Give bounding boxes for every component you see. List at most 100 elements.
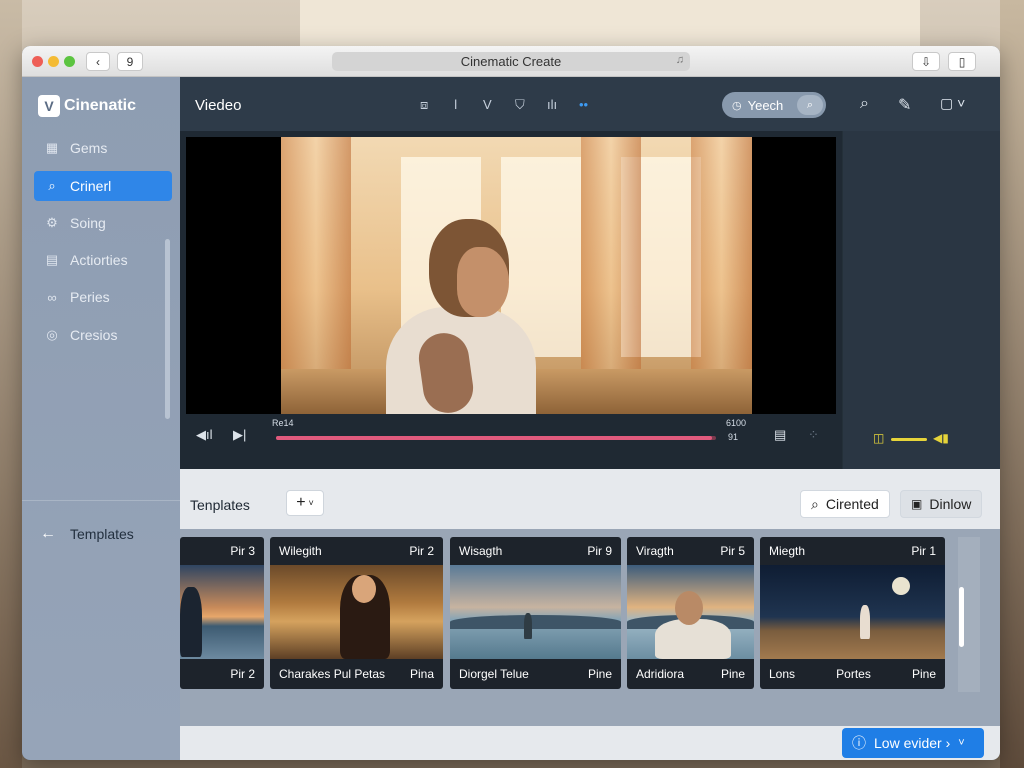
sidebar-item-label: Soing — [70, 215, 106, 231]
nav-extra-button[interactable]: 9 — [117, 52, 143, 71]
background-window — [300, 0, 920, 48]
sidebar-item-cresios[interactable]: ◎ Cresios — [34, 320, 172, 350]
captions-icon[interactable]: ▤ — [774, 427, 786, 443]
fullscreen-icon[interactable]: ⁘ — [808, 427, 819, 443]
card-footer-left: Adridiora — [636, 667, 685, 681]
speaker-icon[interactable]: ◀▮ — [933, 431, 949, 445]
skip-forward-icon[interactable]: ▶| — [233, 427, 246, 443]
main-header: Viedeo ⧈ ǀ V ⛉ ılı •• ◷ Yeech ⌕ ⌕ ✎ ▢ ˅ — [180, 77, 1000, 131]
card-thumbnail — [760, 565, 945, 659]
search-icon[interactable]: ⌕ — [860, 95, 869, 113]
frame-icon[interactable]: ⧈ — [420, 97, 428, 113]
thumbnail-face — [352, 575, 376, 603]
card-footer-right: Pir 2 — [230, 667, 255, 681]
sidebar-item-gems[interactable]: ▦ Gems — [34, 133, 172, 163]
search-pill[interactable]: ◷ Yeech ⌕ — [722, 92, 826, 118]
volume-slider[interactable] — [891, 438, 927, 441]
card-title: Viragth — [636, 544, 674, 558]
low-evider-button[interactable]: ⓘ Low evider › ˅ — [842, 728, 984, 758]
layout-dropdown-icon[interactable]: ▢ ˅ — [940, 95, 965, 112]
close-window-button[interactable] — [32, 56, 43, 67]
card-footer: Pir 2 — [180, 659, 264, 689]
progress-bar[interactable] — [276, 436, 716, 440]
volume-low-icon[interactable]: ◫ — [873, 431, 884, 445]
back-button[interactable]: ‹ — [86, 52, 110, 71]
chevron-down-icon: ˅ — [958, 737, 965, 749]
card-footer-right: Pina — [409, 667, 434, 681]
sidebar-item-label: Cresios — [70, 327, 118, 343]
card-header: Miegth Pir 1 — [760, 537, 945, 565]
music-icon[interactable]: ♫ — [676, 54, 684, 66]
plus-icon: + — [296, 494, 306, 511]
grid-icon: ▦ — [45, 140, 59, 155]
card-badge: Pir 2 — [409, 544, 434, 558]
arrow-left-icon: ← — [40, 525, 56, 542]
brand-name: Cinenatic — [64, 97, 137, 114]
card-footer-right: Pine — [911, 667, 936, 681]
target-icon: ◎ — [46, 327, 58, 342]
minimize-window-button[interactable] — [48, 56, 59, 67]
sidebar-item-actiorties[interactable]: ▤ Actiorties — [34, 245, 172, 275]
zoom-window-button[interactable] — [64, 56, 75, 67]
sidebar-item-label: Peries — [70, 289, 110, 305]
title-bar: ‹ 9 Cinematic Create ♫ ⇩ ▯ — [22, 46, 1000, 77]
gear-icon: ⚙ — [46, 215, 58, 230]
app-window: ‹ 9 Cinematic Create ♫ ⇩ ▯ V Cinenatic ▦… — [22, 46, 1000, 760]
card-footer-left: Lons — [769, 667, 796, 681]
audio-bars-icon[interactable]: ılı — [547, 97, 557, 112]
pencil-icon[interactable]: ✎ — [898, 95, 911, 115]
thumbnail-figure — [655, 619, 731, 659]
clip-button[interactable]: ▯ — [948, 52, 976, 71]
address-bar[interactable]: Cinematic Create ♫ — [332, 52, 690, 71]
gallery-scroll-thumb[interactable] — [959, 587, 964, 647]
card-badge: Pir 1 — [911, 544, 936, 558]
more-dots-icon[interactable]: •• — [579, 97, 588, 112]
sidebar-item-crinerl[interactable]: ⌕ Crinerl — [34, 171, 172, 201]
cursor-icon[interactable]: ǀ — [454, 97, 457, 112]
templates-label: Templates — [70, 526, 134, 542]
progress-fill — [276, 436, 712, 440]
sidebar-templates-link[interactable]: ← Templates — [40, 525, 134, 543]
video-frame — [281, 137, 752, 414]
page-title: Viedeo — [195, 97, 242, 114]
template-card[interactable]: Miegth Pir 1 Lons Portes Pine — [760, 537, 945, 689]
sidebar-item-label: Gems — [70, 140, 108, 156]
volume-icon[interactable]: ◀ıl — [196, 427, 213, 443]
v-icon[interactable]: V — [483, 97, 492, 112]
card-title: Miegth — [769, 544, 806, 558]
video-viewport[interactable] — [186, 137, 836, 414]
download-button[interactable]: ⇩ — [912, 52, 940, 71]
template-card[interactable]: Viragth Pir 5 Adridiora Pine — [627, 537, 754, 689]
sidebar-divider — [22, 500, 180, 501]
info-icon: ⓘ — [852, 735, 866, 751]
search-icon: ⌕ — [811, 495, 819, 512]
template-card[interactable]: Pir 3 Pir 2 — [180, 537, 264, 689]
time-total: 6100 — [726, 418, 747, 428]
logo-icon: V — [38, 95, 60, 117]
template-search-button[interactable]: ⌕ Cirented — [800, 490, 890, 518]
card-footer: Diorgel Telue Pine — [450, 659, 621, 689]
brand[interactable]: V Cinenatic — [38, 95, 136, 117]
card-badge: Pir 3 — [230, 544, 255, 558]
sidebar-item-soing[interactable]: ⚙ Soing — [34, 208, 172, 238]
chevron-down-icon: ˅ — [308, 498, 314, 508]
card-footer: Charakes Pul Petas Pina — [270, 659, 443, 689]
card-header: Wisagth Pir 9 — [450, 537, 621, 565]
template-card[interactable]: Wilegith Pir 2 Charakes Pul Petas Pina — [270, 537, 443, 689]
time-secondary: 91 — [728, 432, 739, 442]
download-templates-button[interactable]: ▣ Dinlow — [900, 490, 983, 518]
card-footer-left: Diorgel Telue — [459, 667, 529, 681]
shield-icon[interactable]: ⛉ — [515, 97, 525, 113]
right-panel: ◫ ◀▮ — [842, 131, 1000, 469]
card-header: Pir 3 — [180, 537, 264, 565]
search-icon[interactable]: ⌕ — [797, 95, 823, 115]
clipboard-icon: ▣ — [911, 497, 923, 511]
add-template-button[interactable]: + ˅ — [286, 490, 324, 516]
template-card[interactable]: Wisagth Pir 9 Diorgel Telue Pine — [450, 537, 621, 689]
template-search-label: Cirented — [825, 496, 879, 512]
sidebar-scrollbar[interactable] — [165, 239, 170, 419]
card-footer: Lons Portes Pine — [760, 659, 945, 689]
sidebar-item-peries[interactable]: ∞ Peries — [34, 282, 172, 312]
time-elapsed: Re14 — [272, 418, 294, 428]
card-thumbnail — [627, 565, 754, 659]
